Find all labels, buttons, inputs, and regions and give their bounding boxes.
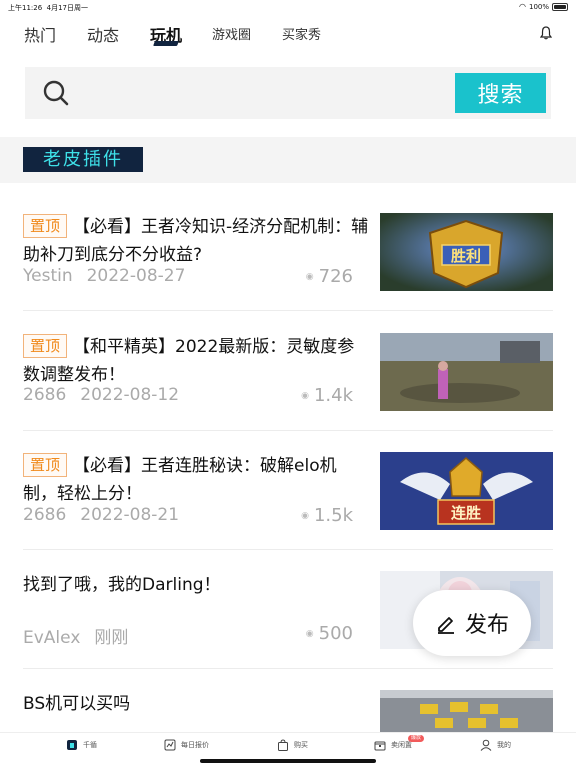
- post-date: 刚刚: [94, 628, 129, 648]
- tab-feed[interactable]: 动态: [87, 22, 119, 46]
- home-icon: [67, 740, 77, 750]
- post-author: EvAlex: [23, 628, 81, 648]
- quote-icon: [164, 739, 176, 751]
- post-views: ◉ 1.4k: [301, 385, 353, 406]
- post-thumbnail[interactable]: [380, 690, 553, 732]
- divider: [23, 430, 553, 431]
- nav-home[interactable]: 千循: [66, 739, 97, 751]
- status-bar: 上午11:26 4月17日周一 ◠ 100%: [0, 0, 576, 14]
- post-title: BS机可以买吗: [23, 690, 369, 718]
- post-date: 2022-08-12: [80, 385, 180, 405]
- post-title: 置顶 【必看】王者冷知识-经济分配机制：辅助补刀到底分不分收益?: [23, 213, 369, 269]
- eye-icon: ◉: [305, 628, 314, 639]
- nav-daily-quote-label: 每日报价: [181, 741, 209, 749]
- battery-percent: 100%: [528, 2, 549, 11]
- post-meta: 2686 2022-08-21: [23, 505, 179, 525]
- nav-buy[interactable]: 购买: [277, 739, 308, 751]
- nav-home-label: 千循: [83, 741, 97, 749]
- tab-hot[interactable]: 热门: [24, 22, 56, 46]
- nav-buy-label: 购买: [294, 741, 308, 749]
- divider: [23, 668, 553, 669]
- search-button[interactable]: 搜索: [455, 73, 546, 113]
- pinned-badge: 置顶: [23, 334, 68, 358]
- svg-text:胜利: 胜利: [451, 247, 481, 265]
- tab-game-circle[interactable]: 游戏圈: [212, 24, 251, 43]
- view-count: 1.5k: [313, 505, 353, 526]
- home-indicator: [200, 759, 376, 763]
- post-meta: 2686 2022-08-12: [23, 385, 179, 405]
- post-date: 2022-08-21: [80, 505, 180, 525]
- post-title-text: 【和平精英】2022最新版：灵敏度参数调整发布！: [23, 337, 355, 385]
- search-bar[interactable]: 搜索: [25, 67, 551, 119]
- box-icon: [374, 741, 386, 751]
- post-title: 置顶 【必看】王者连胜秘诀：破解elo机制，轻松上分！: [23, 452, 369, 508]
- top-tabs: 热门 动态 玩机 游戏圈 买家秀: [0, 14, 576, 54]
- view-count: 500: [318, 623, 353, 644]
- svg-text:连胜: 连胜: [451, 504, 481, 522]
- post-title-text: 【必看】王者冷知识-经济分配机制：辅助补刀到底分不分收益?: [23, 217, 369, 265]
- battery-icon: [552, 2, 568, 11]
- eye-icon: ◉: [305, 271, 314, 282]
- post-title-text: BS机可以买吗: [23, 694, 131, 714]
- post-meta: Yestin 2022-08-27: [23, 266, 185, 286]
- user-icon: [480, 739, 492, 751]
- bag-icon: [278, 739, 288, 751]
- pinned-badge: 置顶: [23, 214, 68, 238]
- section-header: 老皮插件: [0, 137, 576, 183]
- pinned-badge: 置顶: [23, 453, 68, 477]
- active-tab-indicator: [153, 41, 179, 46]
- tab-buyer-show[interactable]: 买家秀: [282, 24, 321, 43]
- nav-daily-quote[interactable]: 每日报价: [164, 739, 209, 751]
- eye-icon: ◉: [301, 510, 309, 521]
- post-views: ◉ 500: [306, 623, 353, 644]
- post-author: Yestin: [23, 266, 73, 286]
- wifi-icon: ◠: [519, 2, 526, 11]
- post-item[interactable]: 置顶 【必看】王者连胜秘诀：破解elo机制，轻松上分！ 2686 2022-08-2…: [23, 452, 553, 572]
- section-title[interactable]: 老皮插件: [23, 147, 143, 172]
- eye-icon: ◉: [301, 390, 309, 401]
- view-count: 1.4k: [313, 385, 353, 406]
- post-title: 置顶 【和平精英】2022最新版：灵敏度参数调整发布！: [23, 333, 369, 389]
- post-thumbnail[interactable]: 连胜: [380, 452, 553, 530]
- publish-label: 发布: [464, 613, 509, 638]
- post-date: 2022-08-27: [86, 266, 186, 286]
- post-title: 找到了哦，我的Darling！: [23, 571, 369, 599]
- nav-mine-label: 我的: [497, 741, 511, 749]
- nav-mine[interactable]: 我的: [480, 739, 511, 751]
- divider: [23, 310, 553, 311]
- post-item[interactable]: 置顶 【必看】王者冷知识-经济分配机制：辅助补刀到底分不分收益? Yestin 20…: [23, 213, 553, 333]
- post-thumbnail[interactable]: 胜利: [380, 213, 553, 291]
- status-right: ◠ 100%: [519, 2, 568, 11]
- post-author: 2686: [23, 385, 67, 405]
- pencil-icon: [437, 617, 454, 634]
- nav-sell-badge: 爆款: [408, 735, 425, 742]
- post-item[interactable]: 置顶 【和平精英】2022最新版：灵敏度参数调整发布！ 2686 2022-08-1…: [23, 333, 553, 453]
- status-time: 上午11:26: [8, 4, 43, 12]
- bell-icon[interactable]: [540, 26, 552, 40]
- nav-sell[interactable]: 卖闲置: [374, 739, 412, 751]
- post-meta: EvAlex 刚刚: [23, 623, 128, 648]
- post-views: ◉ 1.5k: [301, 505, 353, 526]
- post-thumbnail[interactable]: [380, 333, 553, 411]
- post-views: ◉ 726: [306, 266, 353, 287]
- view-count: 726: [318, 266, 353, 287]
- divider: [23, 549, 553, 550]
- status-time-date: 上午11:26 4月17日周一: [8, 3, 88, 13]
- post-title-text: 找到了哦，我的Darling！: [23, 575, 221, 595]
- post-item[interactable]: BS机可以买吗: [23, 690, 553, 732]
- search-icon: [43, 80, 69, 106]
- publish-button[interactable]: 发布: [413, 590, 531, 656]
- status-date: 4月17日周一: [46, 4, 89, 12]
- post-title-text: 【必看】王者连胜秘诀：破解elo机制，轻松上分！: [23, 456, 337, 504]
- post-author: 2686: [23, 505, 67, 525]
